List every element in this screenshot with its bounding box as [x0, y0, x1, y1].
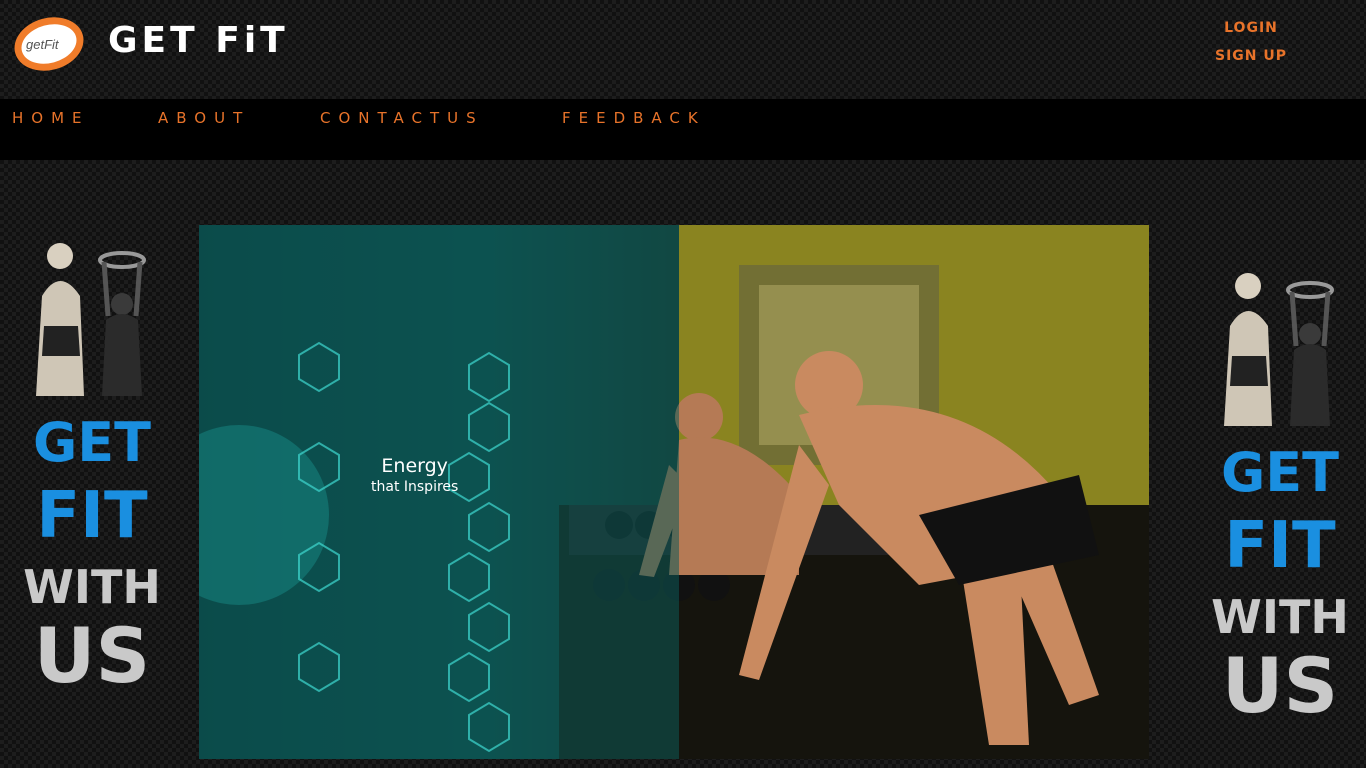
login-link[interactable]: LOGIN [1224, 20, 1278, 36]
gym-scene-image [199, 225, 1149, 759]
site-header: getFit GET FiT LOGIN SIGN UP [0, 0, 1366, 99]
logo-badge-text: getFit [26, 37, 60, 52]
promo-right-line4: US [1221, 641, 1339, 730]
main-navbar: HOME ABOUT CONTACTUS FEEDBACK [0, 99, 1366, 160]
promo-left-line1: GET [32, 411, 152, 474]
auth-links: LOGIN SIGN UP [1196, 20, 1306, 64]
video-caption-sub: that Inspires [371, 479, 459, 495]
promo-right-line1: GET [1220, 441, 1340, 504]
signup-link[interactable]: SIGN UP [1215, 48, 1287, 64]
brand-title: GET FiT [108, 20, 289, 61]
nav-feedback[interactable]: FEEDBACK [562, 109, 706, 127]
promo-left-line4: US [33, 611, 151, 700]
video-caption-main: Energy [381, 455, 448, 477]
athletes-image [36, 243, 146, 396]
promo-left-line2: FIT [36, 479, 148, 553]
promo-right-line2: FIT [1224, 509, 1336, 583]
nav-contactus[interactable]: CONTACTUS [320, 109, 484, 127]
logo-badge-icon: getFit [14, 17, 84, 71]
video-caption: Energy that Inspires [371, 455, 458, 495]
promo-banner-left: GET FIT WITH US [12, 236, 172, 736]
promo-banner-right: GET FIT WITH US [1200, 266, 1360, 766]
hero-video[interactable]: Energy that Inspires [199, 225, 1149, 759]
athletes-image [1224, 273, 1334, 426]
promo-right-line3: WITH [1211, 590, 1349, 644]
promo-left-line3: WITH [23, 560, 161, 614]
logo-badge[interactable]: getFit [12, 14, 86, 74]
nav-about[interactable]: ABOUT [158, 109, 250, 127]
nav-home[interactable]: HOME [12, 109, 90, 127]
